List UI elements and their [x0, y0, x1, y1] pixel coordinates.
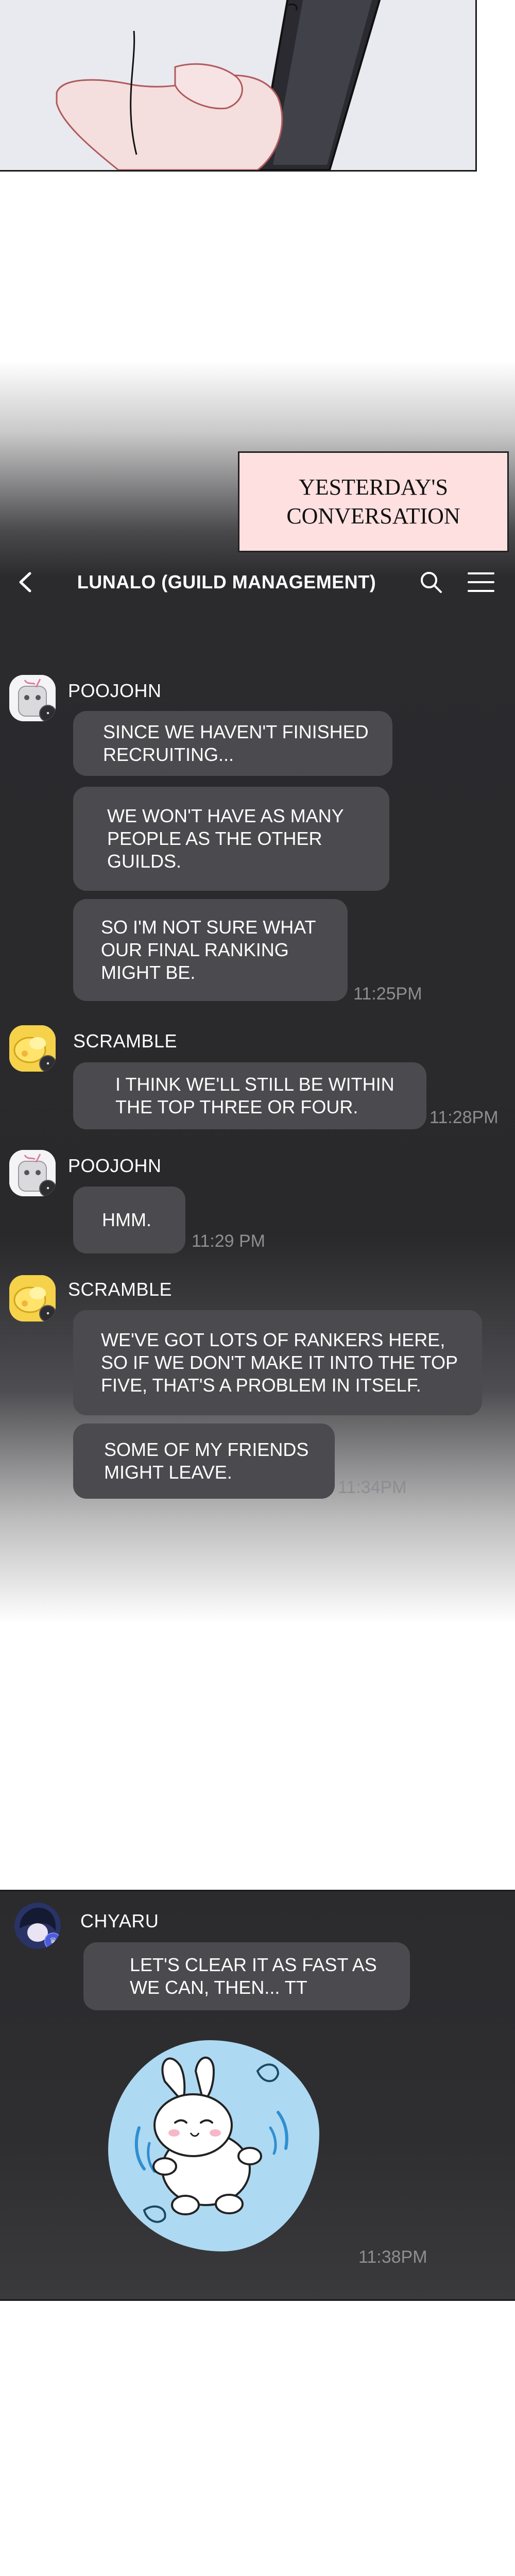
sender-name: POOJOHN [68, 1155, 162, 1176]
hand-holding-phone-illustration [0, 0, 475, 170]
message-timestamp: 11:25PM [353, 984, 422, 1004]
avatar-poojohn[interactable]: ▪ [9, 675, 56, 721]
message-timestamp: 11:38PM [358, 2247, 427, 2267]
hamburger-menu-icon[interactable] [467, 570, 495, 594]
sender-name: SCRAMBLE [68, 1279, 173, 1300]
message-bubble: LET'S CLEAR IT AS FAST AS WE CAN, THEN..… [83, 1942, 410, 2010]
message-text: WE'VE GOT LOTS OF RANKERS HERE, SO IF WE… [101, 1329, 458, 1396]
message-bubble: WE'VE GOT LOTS OF RANKERS HERE, SO IF WE… [73, 1310, 482, 1415]
sender-name: CHYARU [80, 1910, 159, 1931]
message-bubble: SO I'M NOT SURE WHAT OUR FINAL RANKING M… [73, 899, 348, 1001]
sender-name: SCRAMBLE [73, 1030, 178, 1052]
guild-badge-icon: ▪ [39, 705, 56, 721]
guild-badge-icon: ▪ [39, 1055, 56, 1072]
message-timestamp: 11:34PM [338, 1478, 407, 1497]
message-bubble: I THINK WE'LL STILL BE WITHIN THE TOP TH… [73, 1062, 426, 1129]
message-text: I THINK WE'LL STILL BE WITHIN THE TOP TH… [115, 1074, 394, 1117]
message-text: HMM. [102, 1209, 151, 1230]
avatar-scramble[interactable]: ▪ [9, 1025, 56, 1072]
sender-name: POOJOHN [68, 680, 162, 701]
message-text: SO I'M NOT SURE WHAT OUR FINAL RANKING M… [101, 917, 316, 983]
message-bubble: SINCE WE HAVEN'T FINISHED RECRUITING... [73, 711, 392, 776]
message-timestamp: 11:28PM [430, 1108, 499, 1127]
avatar-chyaru[interactable]: ♛ [14, 1903, 61, 1949]
crown-badge-icon: ♛ [44, 1933, 61, 1949]
message-bubble: WE WON'T HAVE AS MANY PEOPLE AS THE OTHE… [73, 787, 389, 891]
chat-header: LUNALO (GUILD MANAGEMENT) [0, 564, 515, 600]
guild-badge-icon: ▪ [39, 1305, 56, 1321]
message-text: SINCE WE HAVEN'T FINISHED RECRUITING... [103, 721, 369, 765]
chat-title: LUNALO (GUILD MANAGEMENT) [77, 571, 376, 592]
caption-text: YESTERDAY'S CONVERSATION [286, 474, 460, 529]
message-bubble: HMM. [73, 1187, 185, 1253]
caption-box: YESTERDAY'S CONVERSATION [238, 451, 509, 552]
avatar-scramble[interactable]: ▪ [9, 1275, 56, 1321]
message-text: WE WON'T HAVE AS MANY PEOPLE AS THE OTHE… [107, 805, 344, 872]
search-icon[interactable] [418, 569, 444, 595]
chevron-left-icon[interactable] [15, 570, 36, 594]
message-text: SOME OF MY FRIENDS MIGHT LEAVE. [104, 1439, 309, 1483]
guild-badge-icon: ▪ [39, 1180, 56, 1196]
bunny-sticker-icon [134, 2056, 288, 2223]
top-comic-panel [0, 0, 477, 172]
message-bubble: SOME OF MY FRIENDS MIGHT LEAVE. [73, 1423, 335, 1499]
message-timestamp: 11:29 PM [192, 1231, 266, 1251]
message-text: LET'S CLEAR IT AS FAST AS WE CAN, THEN..… [130, 1954, 377, 1998]
avatar-poojohn[interactable]: ▪ [9, 1150, 56, 1196]
